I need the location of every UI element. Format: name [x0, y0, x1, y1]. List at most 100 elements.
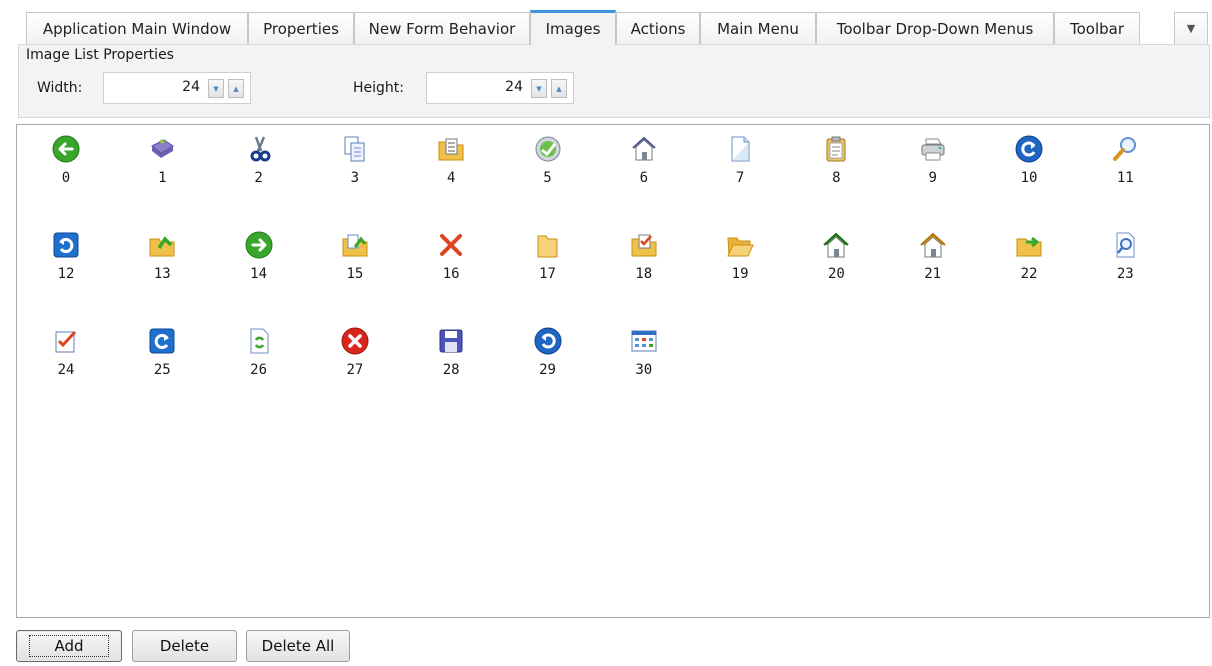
- delete-all-button-label: Delete All: [261, 637, 335, 655]
- image-list-item[interactable]: 10: [994, 134, 1064, 204]
- copy-icon: [340, 134, 370, 164]
- image-list-item[interactable]: 14: [224, 230, 294, 300]
- chevron-down-icon: ▼: [213, 84, 219, 93]
- image-index-label: 29: [539, 362, 556, 378]
- width-value[interactable]: 24: [182, 79, 200, 95]
- image-list-view[interactable]: 0 1 2 3 4 5 6 7 8 9 10 11 12 13 14 15 16 17 18 19 20 21 22 23 24…: [16, 124, 1210, 618]
- tab-actions[interactable]: Actions: [616, 12, 700, 44]
- image-list-item[interactable]: 29: [513, 326, 583, 396]
- height-spinner[interactable]: 24 ▼ ▲: [426, 72, 574, 104]
- image-list-item[interactable]: 5: [513, 134, 583, 204]
- image-list-item[interactable]: 2: [224, 134, 294, 204]
- panel-title: Image List Properties: [26, 47, 174, 63]
- book-icon: [147, 134, 177, 164]
- image-list-item[interactable]: 23: [1090, 230, 1160, 300]
- home-orange-icon: [918, 230, 948, 260]
- image-list-item[interactable]: 3: [320, 134, 390, 204]
- tab-label: New Form Behavior: [368, 19, 516, 38]
- tab-label: Application Main Window: [42, 19, 232, 38]
- clipboard-icon: [821, 134, 851, 164]
- error-circle-icon: [340, 326, 370, 356]
- image-list-item[interactable]: 18: [609, 230, 679, 300]
- delete-all-button[interactable]: Delete All: [246, 630, 350, 662]
- delete-button[interactable]: Delete: [132, 630, 237, 662]
- height-decrement-button[interactable]: ▼: [531, 79, 547, 98]
- image-list-item[interactable]: 13: [127, 230, 197, 300]
- folder-checklist-icon: [436, 134, 466, 164]
- image-list-item[interactable]: 1: [127, 134, 197, 204]
- image-list-item[interactable]: 28: [416, 326, 486, 396]
- image-index-label: 30: [635, 362, 653, 378]
- image-list-item[interactable]: 15: [320, 230, 390, 300]
- image-index-label: 22: [1020, 266, 1038, 282]
- width-spinner[interactable]: 24 ▼ ▲: [103, 72, 251, 104]
- image-list-item[interactable]: 26: [224, 326, 294, 396]
- image-list-item[interactable]: 9: [898, 134, 968, 204]
- image-list-item[interactable]: 21: [898, 230, 968, 300]
- width-label: Width:: [37, 80, 83, 96]
- page-search-icon: [1110, 230, 1140, 260]
- image-index-label: 3: [350, 170, 360, 186]
- image-list-item[interactable]: 12: [31, 230, 101, 300]
- image-index-label: 12: [57, 266, 75, 282]
- chevron-up-icon: ▲: [233, 84, 239, 93]
- image-list-item[interactable]: 22: [994, 230, 1064, 300]
- tab-main-menu[interactable]: Main Menu: [700, 12, 816, 44]
- folder-open-icon: [725, 230, 755, 260]
- image-list-item[interactable]: 11: [1090, 134, 1160, 204]
- redo-square-icon: [147, 326, 177, 356]
- image-list-item[interactable]: 7: [705, 134, 775, 204]
- folder-closed-icon: [533, 230, 563, 260]
- tab-overflow-button[interactable]: ▼: [1174, 12, 1208, 44]
- undo-circle-icon: [533, 326, 563, 356]
- tab-properties[interactable]: Properties: [248, 12, 354, 44]
- save-disk-icon: [436, 326, 466, 356]
- image-index-label: 23: [1116, 266, 1134, 282]
- height-value[interactable]: 24: [505, 79, 523, 95]
- image-list-item[interactable]: 20: [801, 230, 871, 300]
- image-index-label: 20: [827, 266, 845, 282]
- add-button[interactable]: Add: [16, 630, 122, 662]
- image-list-item[interactable]: 30: [609, 326, 679, 396]
- image-list-item[interactable]: 25: [127, 326, 197, 396]
- image-list-item[interactable]: 19: [705, 230, 775, 300]
- tab-label: Properties: [263, 19, 339, 38]
- tab-strip: Application Main Window Properties New F…: [26, 10, 1212, 45]
- back-arrow-icon: [51, 134, 81, 164]
- width-decrement-button[interactable]: ▼: [208, 79, 224, 98]
- image-index-label: 4: [446, 170, 456, 186]
- image-index-label: 16: [442, 266, 460, 282]
- image-index-label: 19: [731, 266, 749, 282]
- image-index-label: 10: [1020, 170, 1038, 186]
- tab-application-main-window[interactable]: Application Main Window: [26, 12, 248, 44]
- home-icon: [629, 134, 659, 164]
- image-list-item[interactable]: 17: [513, 230, 583, 300]
- image-list-item[interactable]: 4: [416, 134, 486, 204]
- height-label: Height:: [353, 80, 404, 96]
- image-list-item[interactable]: 8: [801, 134, 871, 204]
- image-index-label: 7: [735, 170, 745, 186]
- tab-images[interactable]: Images: [530, 10, 616, 45]
- tab-label: Toolbar: [1069, 19, 1125, 38]
- image-list-item[interactable]: 16: [416, 230, 486, 300]
- tab-label: Actions: [630, 19, 686, 38]
- image-list-item[interactable]: 27: [320, 326, 390, 396]
- width-increment-button[interactable]: ▲: [228, 79, 244, 98]
- page-refresh-icon: [244, 326, 274, 356]
- image-list-item[interactable]: 24: [31, 326, 101, 396]
- tab-new-form-behavior[interactable]: New Form Behavior: [354, 12, 530, 44]
- image-list-item[interactable]: 0: [31, 134, 101, 204]
- image-list-item[interactable]: 6: [609, 134, 679, 204]
- home-green-icon: [821, 230, 851, 260]
- folder-check-icon: [629, 230, 659, 260]
- grid-table-icon: [629, 326, 659, 356]
- chevron-down-icon: ▼: [1186, 22, 1196, 35]
- chevron-down-icon: ▼: [536, 84, 542, 93]
- height-increment-button[interactable]: ▲: [551, 79, 567, 98]
- tab-toolbar[interactable]: Toolbar: [1054, 12, 1140, 44]
- image-index-label: 8: [832, 170, 841, 186]
- tab-toolbar-drop-down-menus[interactable]: Toolbar Drop-Down Menus: [816, 12, 1054, 44]
- image-index-label: 9: [928, 170, 937, 186]
- checklist-icon: [51, 326, 81, 356]
- delete-x-icon: [436, 230, 466, 260]
